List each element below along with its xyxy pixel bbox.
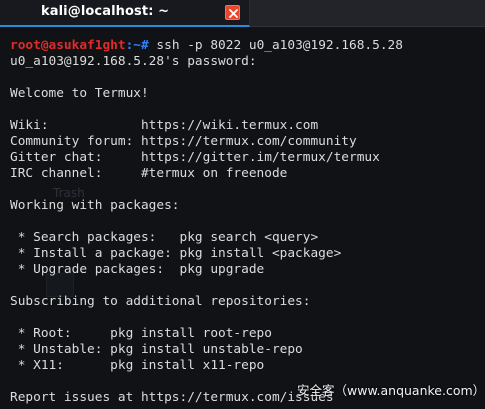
terminal-line: * Upgrade packages: pkg upgrade [10, 262, 265, 277]
terminal-line: Welcome to Termux! [10, 86, 149, 101]
prompt-path: :~# [125, 38, 157, 53]
terminal-window: kali@localhost: ~ Trash root@asukaf1ght:… [0, 0, 485, 409]
terminal-line: * Search packages: pkg search <query> [10, 230, 319, 245]
command-text: ssh -p 8022 u0_a103@192.168.5.28 [156, 38, 403, 53]
terminal-line: Working with packages: [10, 198, 180, 213]
terminal-line: u0_a103@192.168.5.28's password: [10, 54, 257, 69]
terminal-line: * X11: pkg install x11-repo [10, 358, 265, 373]
title-bar: kali@localhost: ~ [0, 0, 485, 27]
terminal-line: Community forum: https://termux.com/comm… [10, 134, 357, 149]
terminal-line: * Unstable: pkg install unstable-repo [10, 342, 303, 357]
terminal-line: Wiki: https://wiki.termux.com [10, 118, 319, 133]
close-icon[interactable] [225, 5, 240, 20]
terminal-line: IRC channel: #termux on freenode [10, 166, 288, 181]
terminal-output[interactable]: Trash root@asukaf1ght:~# ssh -p 8022 u0_… [0, 28, 485, 409]
terminal-line: Subscribing to additional repositories: [10, 294, 311, 309]
terminal-line: * Install a package: pkg install <packag… [10, 246, 342, 261]
tab-title: kali@localhost: ~ [41, 4, 170, 19]
terminal-line: * Root: pkg install root-repo [10, 326, 272, 341]
watermark: 安全客（www.anquanke.com） [297, 383, 485, 398]
terminal-line: Gitter chat: https://gitter.im/termux/te… [10, 150, 380, 165]
terminal-line: Report issues at https://termux.com/issu… [10, 390, 334, 405]
terminal-tab[interactable]: kali@localhost: ~ [0, 0, 250, 27]
prompt-user: root@asukaf1ght [10, 38, 126, 53]
prompt-line: root@asukaf1ght:~# ssh -p 8022 u0_a103@1… [10, 38, 403, 54]
